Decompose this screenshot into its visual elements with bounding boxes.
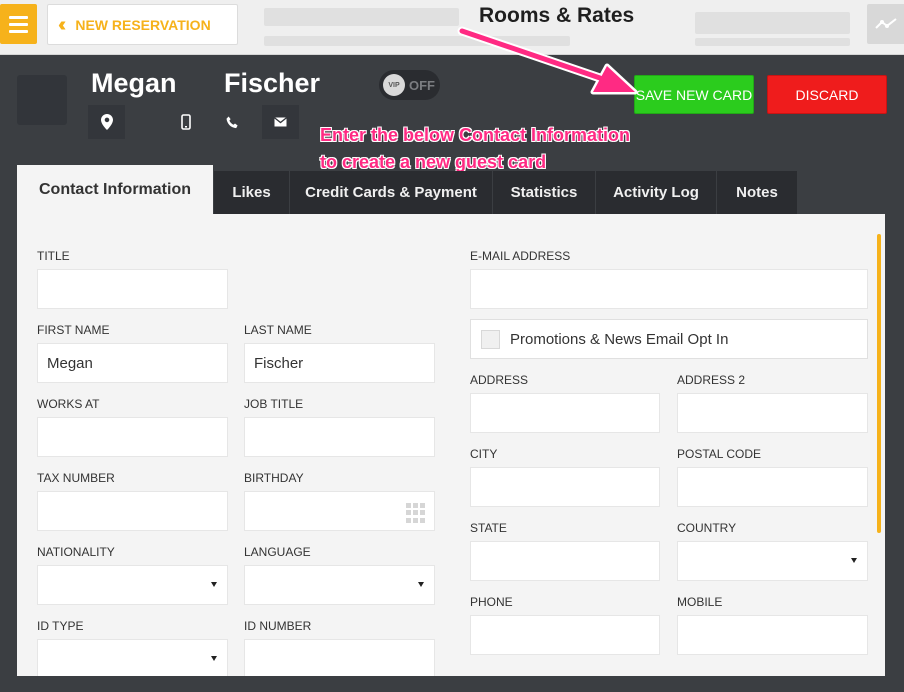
title-field[interactable] [37,269,228,309]
redacted-text [695,12,850,34]
job-title-field[interactable] [244,417,435,457]
address-label: ADDRESS [470,373,529,387]
guest-first-name: Megan [91,68,177,98]
double-chevron-left-icon: ‹‹ [58,13,67,36]
tab-credit-cards-payment[interactable]: Credit Cards & Payment [290,171,493,214]
calendar-icon[interactable] [406,503,426,523]
caret-down-icon [418,582,424,587]
avatar[interactable] [17,75,67,125]
tax-number-label: TAX NUMBER [37,471,115,485]
tab-statistics[interactable]: Statistics [493,171,596,214]
caret-down-icon [851,558,857,563]
email-field[interactable] [470,269,868,309]
page-title: Rooms & Rates [479,4,635,27]
postal-code-field[interactable] [677,467,868,507]
tab-bar: Contact Information Likes Credit Cards &… [17,165,798,214]
country-select[interactable] [677,541,868,581]
first-name-field[interactable]: Megan [37,343,228,383]
discard-button[interactable]: DISCARD [767,75,887,114]
optin-label: Promotions & News Email Opt In [510,330,729,348]
scrollbar[interactable] [877,234,881,533]
state-field[interactable] [470,541,660,581]
phone-icon[interactable] [214,105,251,139]
id-type-label: ID TYPE [37,619,84,633]
tab-likes[interactable]: Likes [214,171,290,214]
state-label: STATE [470,521,507,535]
address-field[interactable] [470,393,660,433]
guest-last-name: Fischer [224,68,321,98]
checkbox[interactable] [481,329,500,349]
last-name-field[interactable]: Fischer [244,343,435,383]
tax-number-field[interactable] [37,491,228,531]
redacted-text [264,36,570,46]
language-label: LANGUAGE [244,545,311,559]
hamburger-icon[interactable] [0,4,37,44]
location-pin-icon[interactable] [88,105,125,139]
id-number-field[interactable] [244,639,435,676]
country-label: COUNTRY [677,521,737,535]
contact-information-panel: TITLE FIRST NAME Megan LAST NAME Fischer… [17,214,885,676]
mobile-phone-icon[interactable] [167,105,204,139]
nationality-label: NATIONALITY [37,545,115,559]
email-label: E-MAIL ADDRESS [470,249,571,263]
works-at-label: WORKS AT [37,397,100,411]
redacted-text [264,8,459,26]
promotions-optin-checkbox[interactable]: Promotions & News Email Opt In [470,319,868,359]
mobile-field[interactable] [677,615,868,655]
mobile-label: MOBILE [677,595,723,609]
job-title-label: JOB TITLE [244,397,304,411]
vip-toggle[interactable]: VIP OFF [379,70,440,100]
vip-state: OFF [409,77,435,93]
phone-field[interactable] [470,615,660,655]
tab-contact-information[interactable]: Contact Information [17,165,214,214]
works-at-field[interactable] [37,417,228,457]
caret-down-icon [211,582,217,587]
address2-field[interactable] [677,393,868,433]
postal-code-label: POSTAL CODE [677,447,762,461]
top-bar: ‹‹ NEW RESERVATION Rooms & Rates [0,0,904,55]
city-label: CITY [470,447,498,461]
birthday-label: BIRTHDAY [244,471,304,485]
vip-badge: VIP [383,74,405,96]
activity-graph-icon[interactable] [867,4,904,44]
caret-down-icon [211,656,217,661]
nationality-select[interactable] [37,565,228,605]
tab-notes[interactable]: Notes [717,171,798,214]
language-select[interactable] [244,565,435,605]
tab-activity-log[interactable]: Activity Log [596,171,717,214]
id-number-label: ID NUMBER [244,619,312,633]
new-reservation-label: NEW RESERVATION [75,16,211,33]
id-type-select[interactable] [37,639,228,676]
title-label: TITLE [37,249,70,263]
annotation-line-1: Enter the below Contact Information [320,125,631,145]
city-field[interactable] [470,467,660,507]
last-name-label: LAST NAME [244,323,312,337]
first-name-label: FIRST NAME [37,323,110,337]
redacted-text [695,38,850,46]
address2-label: ADDRESS 2 [677,373,746,387]
new-reservation-button[interactable]: ‹‹ NEW RESERVATION [47,4,238,45]
phone-label: PHONE [470,595,513,609]
save-new-card-button[interactable]: SAVE NEW CARD [634,75,754,114]
birthday-field[interactable] [244,491,435,531]
mail-icon[interactable] [262,105,299,139]
